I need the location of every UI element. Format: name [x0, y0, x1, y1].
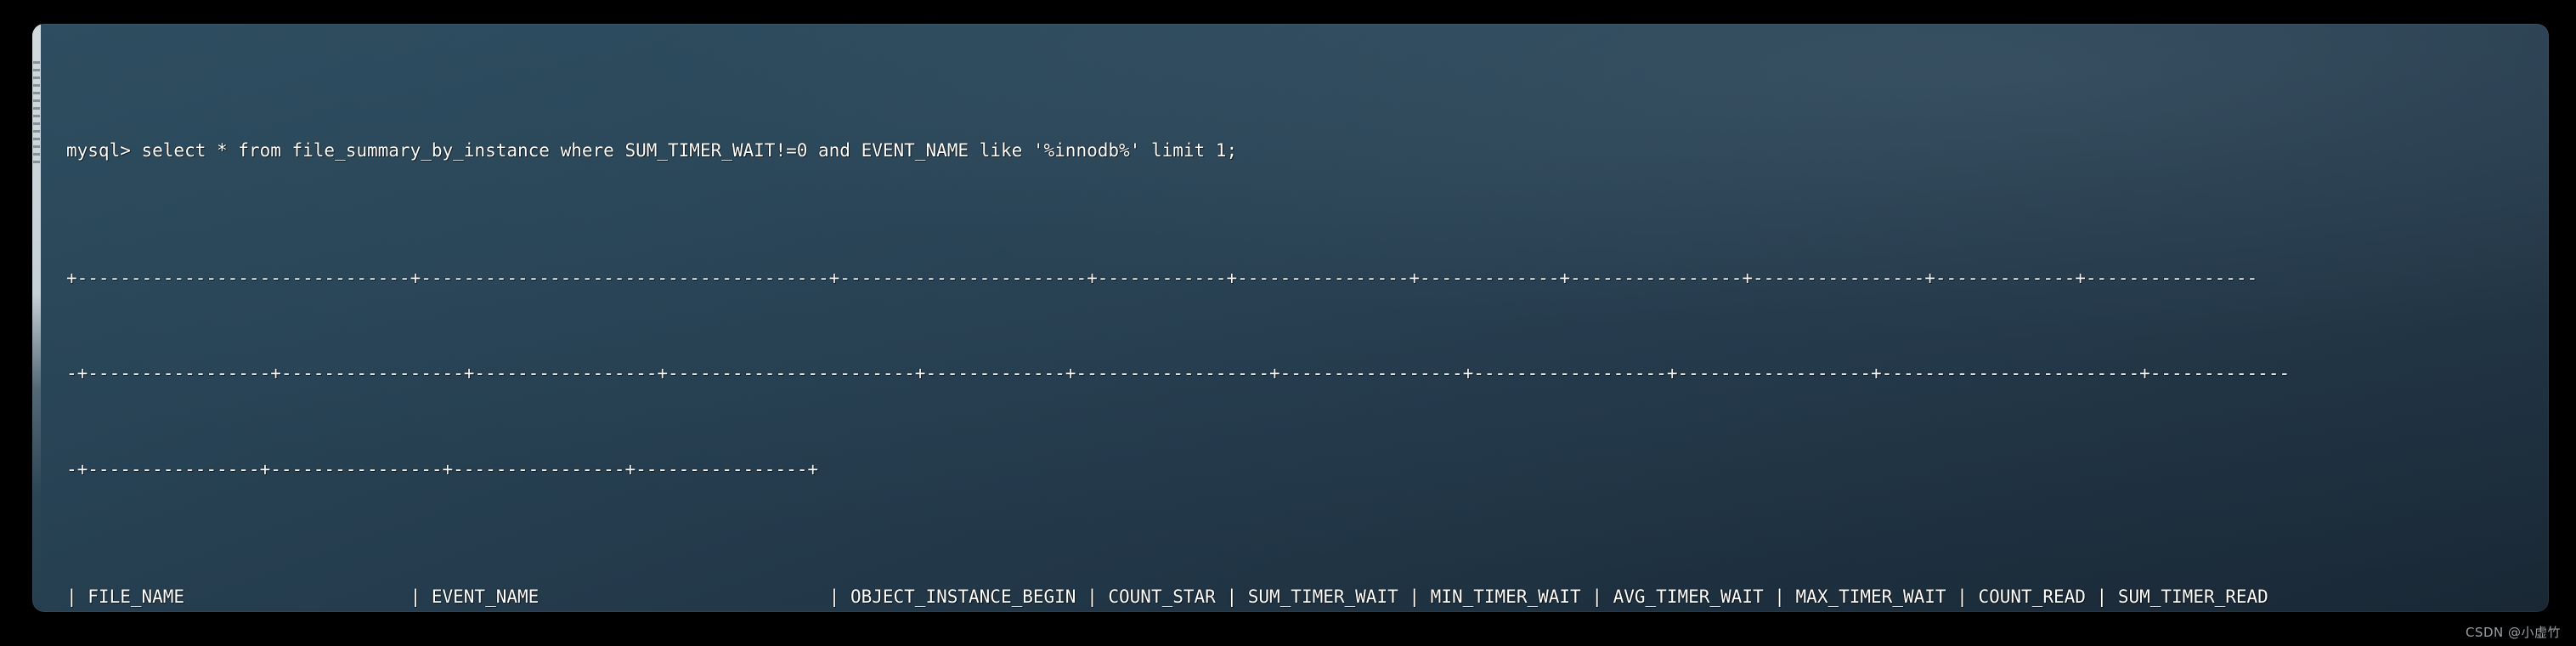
terminal-window: mysql> select * from file_summary_by_ins… [32, 24, 2549, 612]
watermark-text: CSDN @小虚竹 [2465, 625, 2561, 640]
rule-top-1: +-------------------------------+-------… [66, 267, 2258, 288]
rule-top-2: -+-----------------+-----------------+--… [66, 363, 2291, 383]
terminal-output-text: mysql> select * from file_summary_by_ins… [66, 39, 2530, 607]
page-background: mysql> select * from file_summary_by_ins… [0, 0, 2576, 646]
scroll-indicator-dots [33, 61, 40, 163]
header-line-1: | FILE_NAME | EVENT_NAME | OBJECT_INSTAN… [66, 586, 2268, 607]
terminal-left-scroll-strip[interactable] [32, 24, 41, 612]
rule-top-3: -+----------------+----------------+----… [66, 458, 819, 479]
prompt-line: mysql> select * from file_summary_by_ins… [66, 139, 1238, 161]
